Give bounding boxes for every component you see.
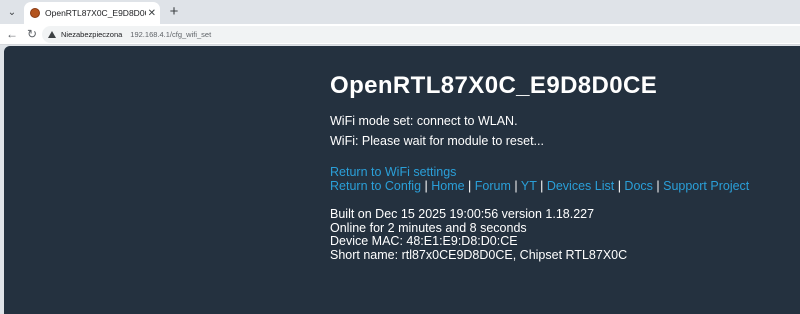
warning-triangle-icon[interactable] — [48, 31, 56, 38]
home-link[interactable]: Home — [431, 179, 464, 193]
browser-toolbar: ← ↻ Niezabezpieczona 192.168.4.1/cfg_wif… — [0, 24, 800, 45]
page-body: OpenRTL87X0C_E9D8D0CE WiFi mode set: con… — [4, 46, 800, 314]
site-favicon-icon — [30, 8, 40, 18]
yt-link[interactable]: YT — [521, 179, 537, 193]
back-arrow-icon[interactable]: ← — [4, 26, 20, 42]
device-info: Built on Dec 15 2025 19:00:56 version 1.… — [330, 207, 800, 262]
tab-title: OpenRTL87X0C_E9D8D0CE - Saving WiFi — [45, 8, 146, 18]
link-separator: | — [421, 179, 432, 193]
reload-icon[interactable]: ↻ — [24, 26, 40, 42]
browser-tab[interactable]: OpenRTL87X0C_E9D8D0CE - Saving WiFi ✕ — [24, 2, 160, 24]
link-separator: | — [652, 179, 664, 193]
forum-link[interactable]: Forum — [475, 179, 511, 193]
reset-wait-message: WiFi: Please wait for module to reset... — [330, 134, 544, 148]
tab-search-chevron-icon[interactable]: ⌄ — [4, 4, 20, 20]
support-project-link[interactable]: Support Project — [663, 179, 749, 193]
page-title: OpenRTL87X0C_E9D8D0CE — [330, 72, 658, 99]
link-separator: | — [614, 179, 625, 193]
new-tab-plus-icon[interactable]: + — [166, 3, 182, 20]
return-wifi-link[interactable]: Return to WiFi settings — [330, 165, 456, 179]
url-text[interactable]: 192.168.4.1/cfg_wifi_set — [130, 30, 211, 39]
uptime-info: Online for 2 minutes and 8 seconds — [330, 220, 527, 235]
wifi-mode-message: WiFi mode set: connect to WLAN. — [330, 114, 518, 128]
docs-link[interactable]: Docs — [624, 179, 652, 193]
address-bar[interactable]: Niezabezpieczona 192.168.4.1/cfg_wifi_se… — [42, 26, 800, 43]
short-name-info: Short name: rtl87x0CE9D8D0CE, Chipset RT… — [330, 247, 628, 262]
link-separator: | — [536, 179, 547, 193]
tab-close-icon[interactable]: ✕ — [148, 8, 156, 19]
navigation-links: Return to WiFi settings Return to Config… — [330, 165, 800, 193]
return-config-link[interactable]: Return to Config — [330, 179, 421, 193]
link-separator: | — [510, 179, 521, 193]
link-separator: | — [464, 179, 475, 193]
build-info: Built on Dec 15 2025 19:00:56 version 1.… — [330, 207, 595, 221]
not-secure-label[interactable]: Niezabezpieczona — [61, 30, 122, 39]
page-content: OpenRTL87X0C_E9D8D0CE WiFi mode set: con… — [330, 72, 800, 262]
tab-strip: ⌄ OpenRTL87X0C_E9D8D0CE - Saving WiFi ✕ … — [0, 0, 800, 24]
mac-info: Device MAC: 48:E1:E9:D8:D0:CE — [330, 234, 518, 248]
devices-list-link[interactable]: Devices List — [547, 179, 614, 193]
